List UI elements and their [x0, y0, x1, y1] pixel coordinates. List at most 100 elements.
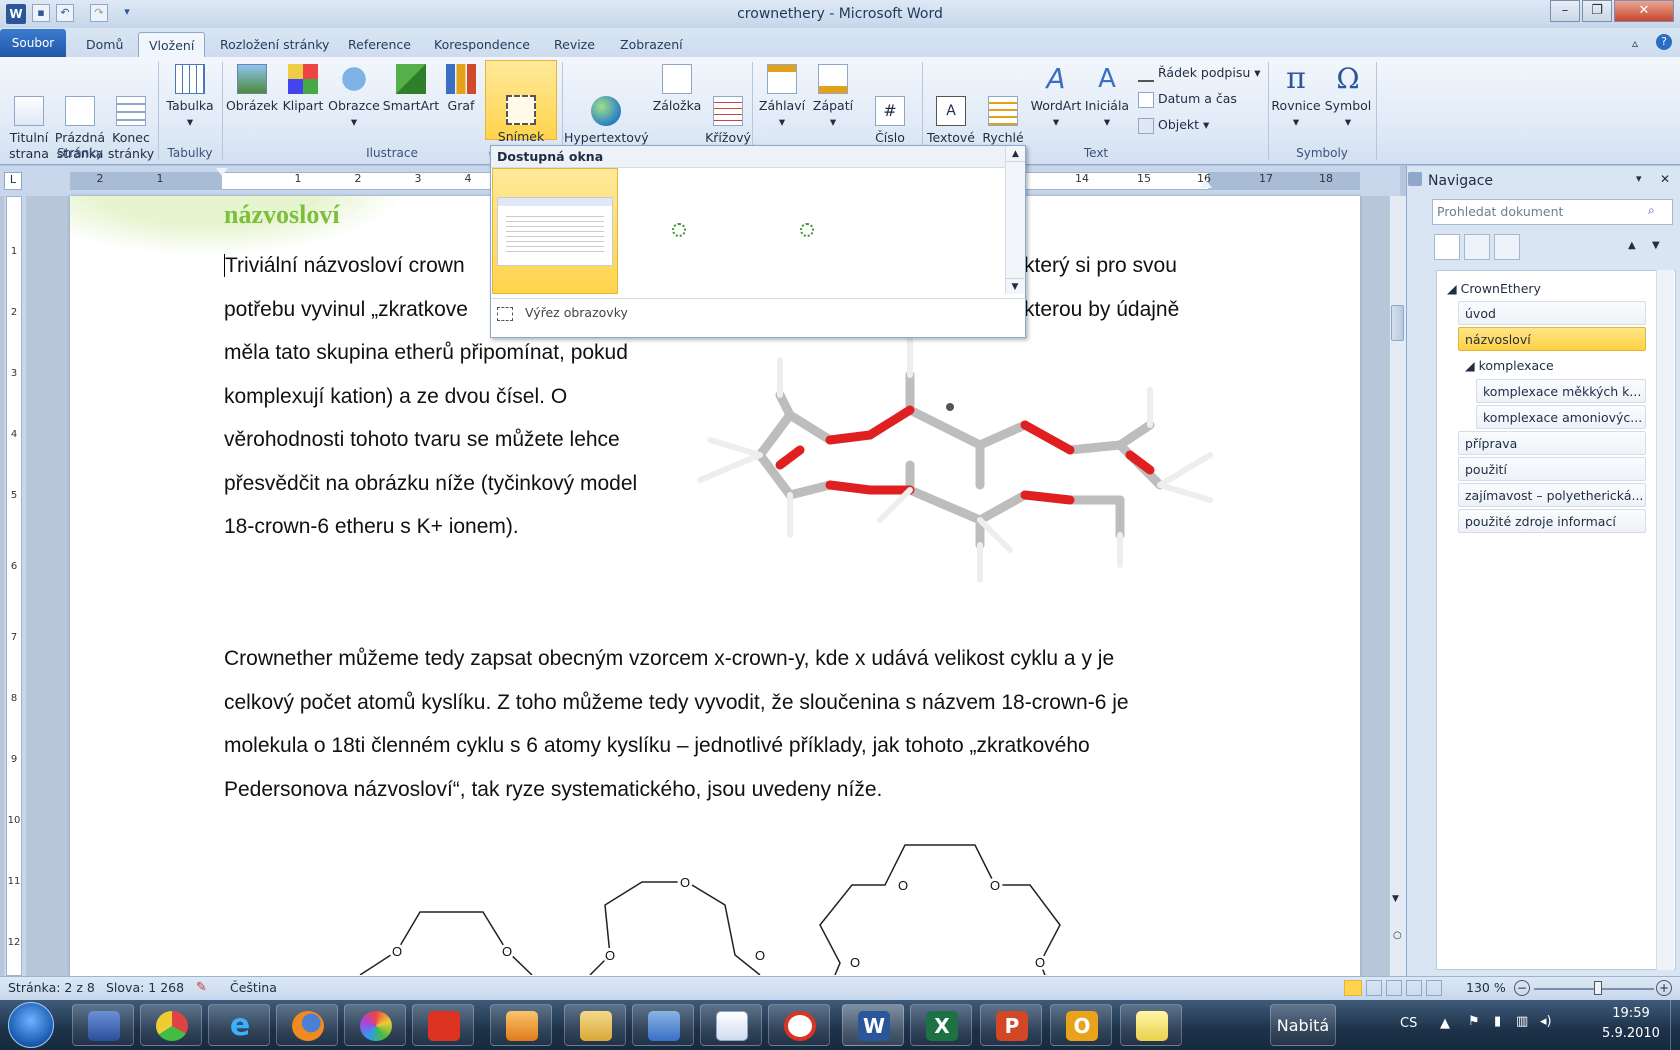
drop-cap-button[interactable]: A Iniciála ▾ — [1084, 62, 1130, 142]
nav-item-nazvoslovi[interactable]: názvosloví — [1458, 327, 1646, 351]
picture-button[interactable]: Obrázek — [224, 62, 280, 142]
nav-pane-grip-icon[interactable] — [1408, 172, 1422, 186]
tab-home[interactable]: Domů — [76, 32, 133, 58]
tab-review[interactable]: Revize — [544, 32, 605, 58]
outline-icon[interactable] — [1406, 980, 1422, 996]
next-heading-icon[interactable]: ▼ — [1652, 240, 1660, 251]
screen-clipping-item[interactable]: Výřez obrazovky — [491, 298, 1025, 326]
previous-heading-icon[interactable]: ▲ — [1628, 240, 1636, 251]
nav-item-zdroje[interactable]: použité zdroje informací — [1458, 509, 1646, 533]
tab-mailings[interactable]: Korespondence — [424, 32, 540, 58]
loading-thumbnail-icon[interactable] — [672, 223, 686, 237]
tab-selector[interactable]: L — [4, 172, 22, 190]
taskbar-ie[interactable]: e — [208, 1004, 270, 1046]
taskbar-powerpoint[interactable]: P — [980, 1004, 1042, 1046]
header-button[interactable]: Záhlaví ▾ — [756, 62, 808, 142]
bookmark-button[interactable]: Záložka — [650, 62, 704, 142]
tab-page-layout[interactable]: Rozložení stránky — [210, 32, 339, 58]
minimize-ribbon-icon[interactable]: ▵ — [1632, 36, 1638, 50]
tab-references[interactable]: Reference — [338, 32, 421, 58]
clock-time[interactable]: 19:59 — [1606, 1006, 1656, 1021]
tab-view[interactable]: Zobrazení — [610, 32, 693, 58]
nav-list-scrollbar[interactable] — [1656, 270, 1674, 970]
taskbar-chrome[interactable] — [140, 1004, 202, 1046]
battery-status[interactable]: Nabitá — [1270, 1004, 1336, 1046]
taskbar-app4[interactable] — [700, 1004, 762, 1046]
clock-date[interactable]: 5.9.2010 — [1596, 1026, 1666, 1041]
tab-file[interactable]: Soubor — [0, 29, 66, 58]
scroll-down-icon[interactable]: ▼ — [1006, 278, 1024, 294]
screenshot-button[interactable]: Snímek obrazovky — [485, 60, 557, 160]
search-icon[interactable]: ⌕ — [1648, 203, 1655, 218]
page-count[interactable]: Stránka: 2 z 8 — [8, 976, 95, 1000]
nav-item-komplexace[interactable]: ◢ komplexace — [1458, 353, 1646, 377]
footer-button[interactable]: Zápatí ▾ — [808, 62, 858, 142]
proofing-icon[interactable]: ✎ — [196, 980, 212, 996]
taskbar-avast[interactable] — [768, 1004, 830, 1046]
quick-parts-button[interactable]: Rychlé části — [978, 62, 1028, 161]
show-hidden-icons[interactable]: ▲ — [1440, 1016, 1450, 1031]
nav-item-zajimavost[interactable]: zajímavost – polyetherická... — [1458, 483, 1646, 507]
show-desktop-button[interactable] — [1670, 1000, 1680, 1050]
scroll-up-icon[interactable]: ▲ — [1006, 146, 1025, 162]
hyperlink-button[interactable]: Hypertextový odkaz — [564, 62, 649, 161]
clipart-button[interactable]: Klipart — [280, 62, 326, 142]
loading-thumbnail-icon[interactable] — [800, 223, 814, 237]
table-button[interactable]: Tabulka ▾ — [162, 62, 218, 142]
full-screen-icon[interactable] — [1366, 980, 1382, 996]
nav-item-crownethery[interactable]: ◢ CrownEthery — [1440, 276, 1672, 300]
web-layout-icon[interactable] — [1386, 980, 1402, 996]
signature-line-button[interactable]: Řádek podpisu ▾ — [1138, 62, 1261, 84]
taskbar-app3[interactable] — [632, 1004, 694, 1046]
tab-insert[interactable]: Vložení — [138, 32, 206, 58]
maximize-button[interactable]: ❐ — [1582, 0, 1612, 22]
taskbar-word[interactable]: W — [842, 1004, 904, 1046]
network-icon[interactable]: ▥ — [1516, 1014, 1528, 1029]
taskbar-explorer[interactable] — [564, 1004, 626, 1046]
wordart-button[interactable]: A WordArt ▾ — [1028, 62, 1084, 142]
right-indent-marker[interactable] — [1200, 180, 1212, 188]
text-box-button[interactable]: ATextové pole — [924, 62, 978, 161]
taskbar-picasa[interactable] — [344, 1004, 406, 1046]
word-count[interactable]: Slova: 1 268 — [106, 976, 184, 1000]
minimize-button[interactable]: – — [1550, 0, 1580, 22]
help-icon[interactable]: ? — [1656, 34, 1672, 50]
smartart-button[interactable]: SmartArt — [382, 62, 440, 142]
page-number-button[interactable]: #Číslo stránky — [858, 62, 922, 161]
taskbar-outlook[interactable]: O — [1050, 1004, 1112, 1046]
taskbar-firefox[interactable] — [276, 1004, 338, 1046]
input-language[interactable]: CS — [1400, 1016, 1417, 1031]
dropdown-scrollbar[interactable]: ▲ ▼ — [1005, 146, 1025, 294]
nav-item-komplexace-mekkych[interactable]: komplexace měkkých k... — [1476, 379, 1646, 403]
nav-tab-pages[interactable] — [1464, 234, 1490, 260]
nav-tab-headings[interactable] — [1434, 234, 1460, 260]
draft-icon[interactable] — [1426, 980, 1442, 996]
nav-item-priprava[interactable]: příprava — [1458, 431, 1646, 455]
blank-page-button[interactable]: Prázdná stránka — [54, 62, 106, 161]
nav-item-pouziti[interactable]: použití — [1458, 457, 1646, 481]
taskbar-notes[interactable] — [1120, 1004, 1182, 1046]
chart-button[interactable]: Graf — [440, 62, 482, 142]
taskbar-app2[interactable] — [412, 1004, 474, 1046]
action-center-icon[interactable]: ⚑ — [1468, 1014, 1480, 1029]
page-break-button[interactable]: Konec stránky — [106, 62, 156, 161]
title-page-button[interactable]: Titulní strana — [4, 62, 54, 161]
cross-reference-button[interactable]: Křížový odkaz — [704, 62, 752, 161]
nav-item-komplexace-amoniovych[interactable]: komplexace amoniovýc... — [1476, 405, 1646, 429]
nav-search-input[interactable]: Prohledat dokument — [1432, 199, 1673, 225]
scrollbar-thumb[interactable] — [1391, 305, 1404, 341]
start-button[interactable] — [8, 1002, 54, 1048]
print-layout-icon[interactable] — [1344, 980, 1362, 996]
equation-button[interactable]: π Rovnice ▾ — [1270, 62, 1322, 142]
zoom-out-icon[interactable]: − — [1514, 980, 1530, 996]
close-button[interactable]: ✕ — [1614, 0, 1674, 22]
nav-item-uvod[interactable]: úvod — [1458, 301, 1646, 325]
zoom-level[interactable]: 130 % — [1466, 976, 1506, 1000]
zoom-in-icon[interactable]: + — [1656, 980, 1672, 996]
taskbar-app[interactable] — [72, 1004, 134, 1046]
date-time-button[interactable]: Datum a čas — [1138, 88, 1237, 110]
object-button[interactable]: Objekt ▾ — [1138, 114, 1209, 136]
language-indicator[interactable]: Čeština — [230, 976, 277, 1000]
browse-object-icon[interactable]: ○ — [1393, 930, 1402, 941]
battery-icon[interactable]: ▮ — [1494, 1014, 1501, 1029]
